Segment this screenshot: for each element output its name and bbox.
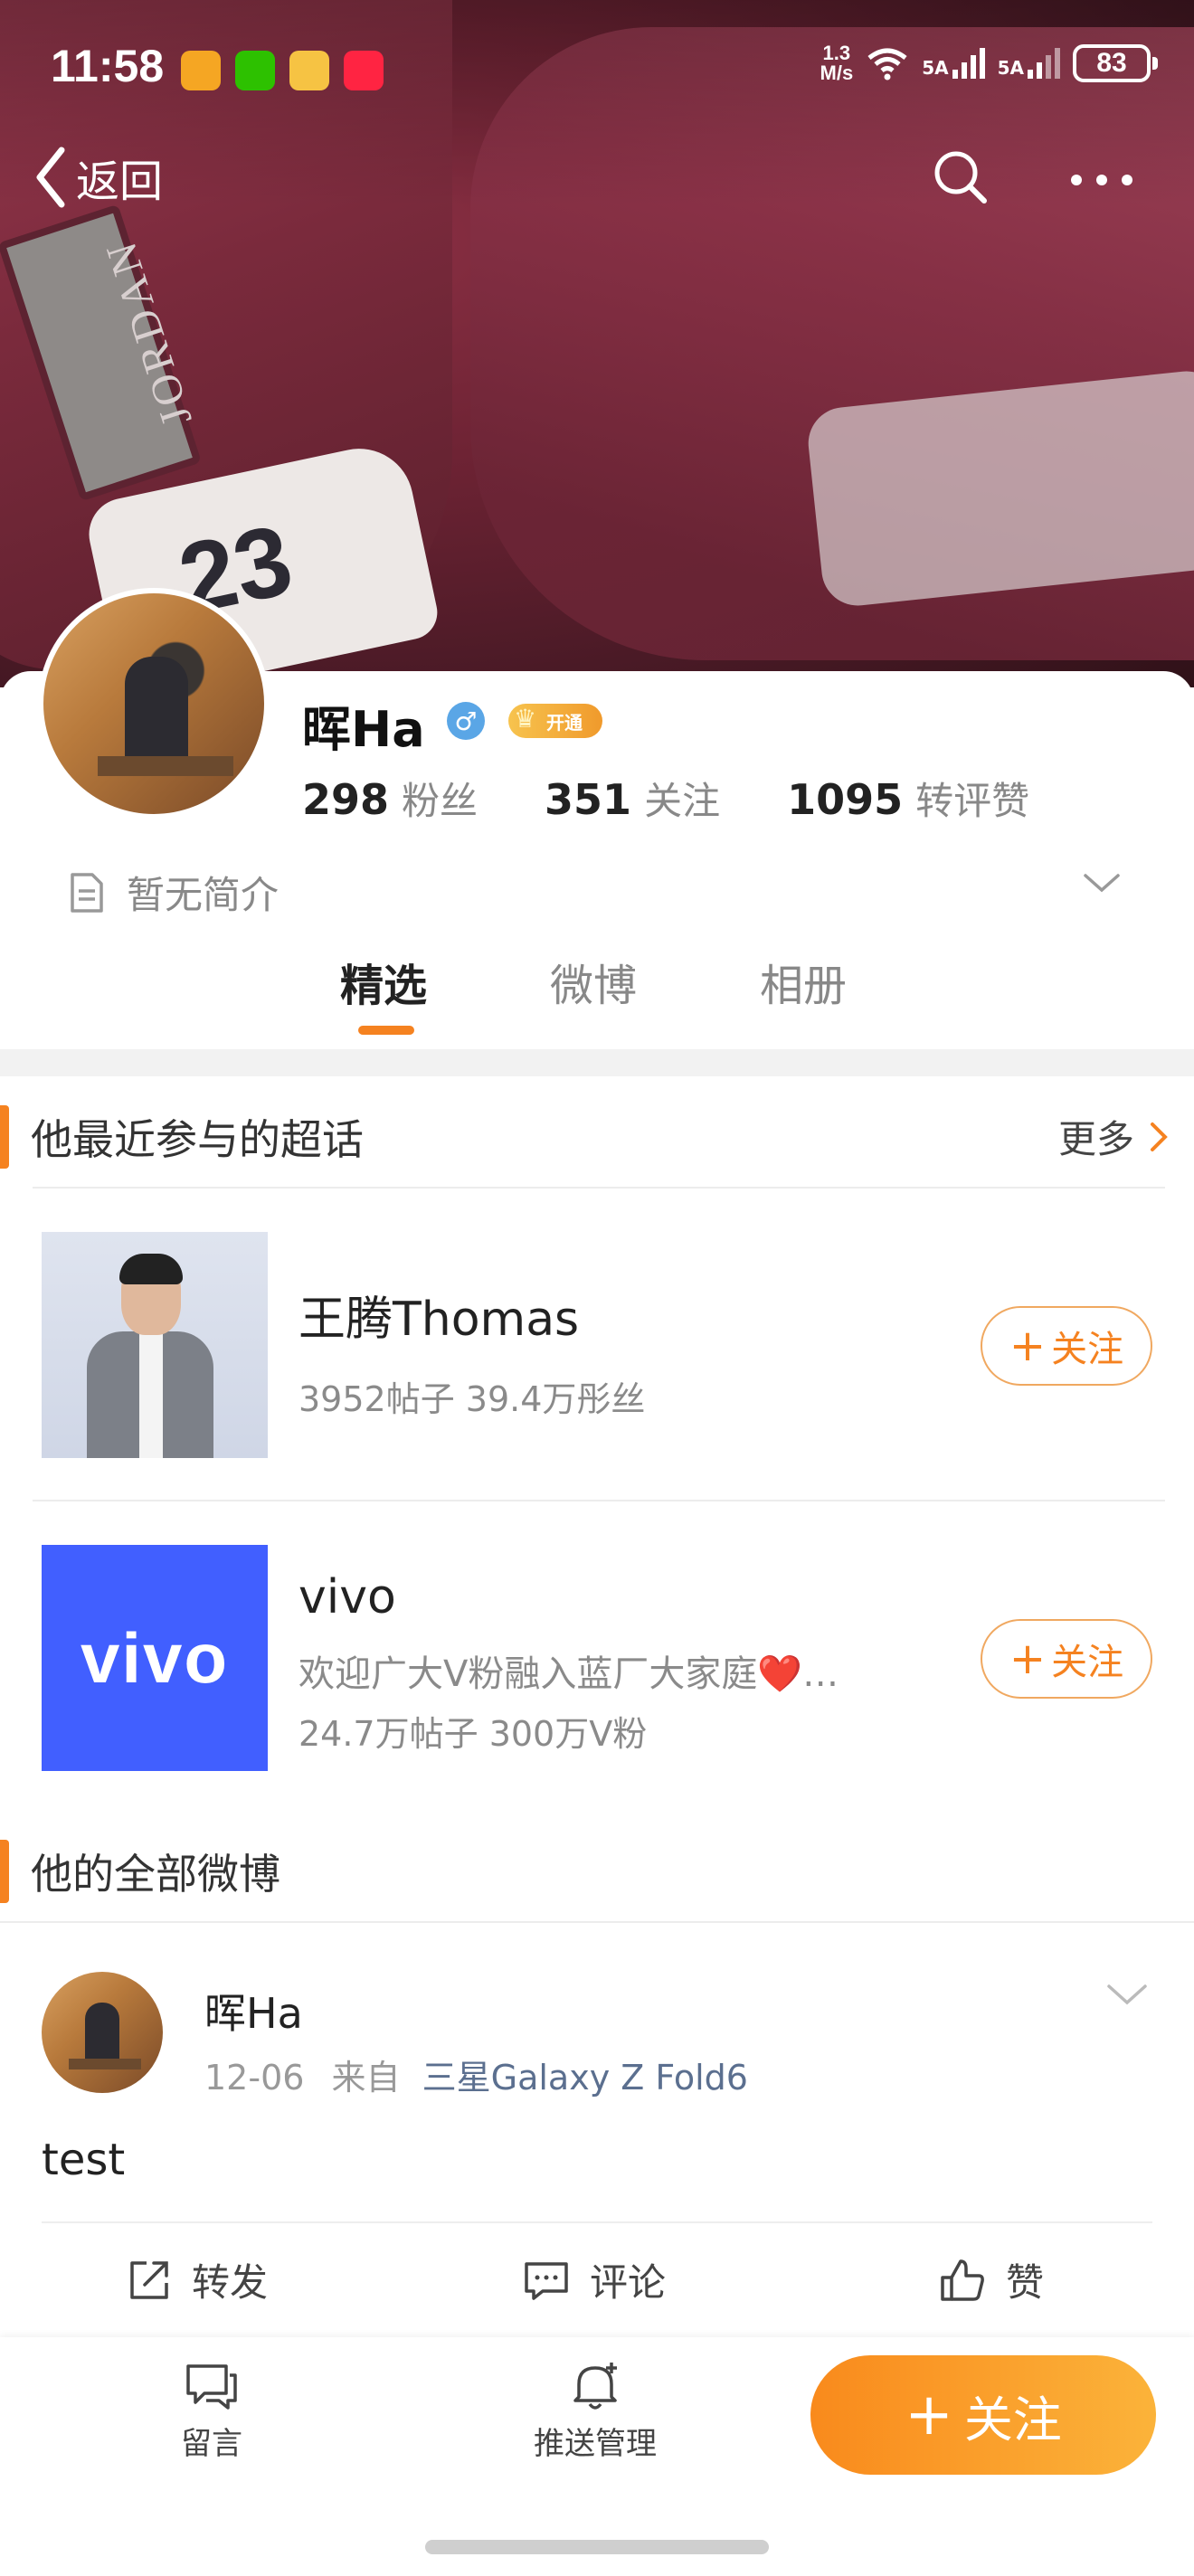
topic-name[interactable]: vivo bbox=[298, 1570, 396, 1624]
post-text: test bbox=[42, 2135, 126, 2185]
thumbs-up-icon bbox=[941, 2259, 984, 2301]
all-posts-header: 他的全部微博 bbox=[0, 1840, 280, 1903]
network-speed: 1.3 M/s bbox=[820, 42, 854, 84]
like-button[interactable]: 赞 bbox=[939, 2252, 1044, 2307]
plus-icon: + bbox=[905, 2382, 953, 2448]
comment-button[interactable]: 评论 bbox=[523, 2252, 666, 2307]
post-date: 12-06 bbox=[204, 2058, 305, 2098]
status-bar: 11:58 1.3 M/s 5A 5A 83 bbox=[0, 0, 1194, 136]
repost-icon bbox=[130, 2260, 168, 2299]
comment-icon bbox=[525, 2261, 568, 2300]
post-from-label: 来自 bbox=[331, 2058, 401, 2098]
section-gap bbox=[0, 1049, 1194, 1076]
profile-bio: 暂无简介 bbox=[67, 865, 279, 920]
stat-followers[interactable]: 298 粉丝 bbox=[302, 771, 478, 826]
topic-stats: 24.7万帖子 300万V粉 bbox=[298, 1714, 648, 1754]
status-time: 11:58 bbox=[51, 41, 165, 91]
avatar[interactable] bbox=[38, 588, 270, 819]
more-options-button[interactable] bbox=[1067, 159, 1136, 189]
search-button[interactable] bbox=[932, 148, 990, 210]
divider bbox=[33, 1187, 1165, 1189]
chevron-right-icon bbox=[1151, 1122, 1168, 1151]
topic-intro: 欢迎广大V粉融入蓝厂大家庭❤️… bbox=[298, 1653, 839, 1695]
post-avatar[interactable] bbox=[42, 1972, 163, 2093]
stat-following[interactable]: 351 关注 bbox=[545, 771, 720, 826]
follow-topic-button[interactable]: + 关注 bbox=[981, 1619, 1152, 1699]
more-dots-icon bbox=[1071, 175, 1132, 185]
vivo-logo: vivo bbox=[80, 1617, 230, 1698]
chevron-down-icon bbox=[1084, 874, 1120, 893]
post-menu-button[interactable] bbox=[1105, 1981, 1149, 2012]
chevron-left-icon bbox=[36, 147, 65, 208]
document-icon bbox=[71, 872, 103, 913]
divider bbox=[33, 1500, 1165, 1501]
tab-weibo[interactable]: 微博 bbox=[550, 950, 637, 1013]
post-username[interactable]: 晖Ha bbox=[204, 1981, 303, 2041]
tab-active-indicator bbox=[358, 1026, 414, 1035]
weibo-icon bbox=[289, 51, 329, 90]
signal-icon-1: 5A bbox=[922, 48, 985, 79]
search-icon bbox=[934, 151, 987, 204]
push-settings-button[interactable]: 推送管理 bbox=[534, 2361, 657, 2463]
super-topics-more-link[interactable]: 更多 bbox=[1058, 1109, 1169, 1164]
male-icon: ♂ bbox=[447, 702, 485, 740]
plus-icon: + bbox=[1009, 1321, 1047, 1371]
profile-tabs: 精选 微博 相册 bbox=[0, 950, 1194, 1049]
back-button[interactable]: 返回 bbox=[33, 145, 163, 210]
back-label: 返回 bbox=[76, 156, 164, 207]
divider bbox=[42, 2221, 1152, 2223]
tab-featured[interactable]: 精选 bbox=[340, 950, 427, 1013]
profile-stats: 298 粉丝 351 关注 1095 转评赞 bbox=[302, 771, 1096, 826]
topic-thumbnail-vivo[interactable]: vivo bbox=[42, 1545, 268, 1771]
wifi-icon bbox=[867, 48, 907, 80]
chevron-down-icon bbox=[1107, 1984, 1147, 2005]
post-source[interactable]: 三星Galaxy Z Fold6 bbox=[422, 2058, 748, 2098]
super-topics-header: 他最近参与的超话 bbox=[0, 1105, 364, 1169]
follow-user-button[interactable]: + 关注 bbox=[810, 2355, 1156, 2475]
post-meta: 12-06 来自 三星Galaxy Z Fold6 bbox=[204, 2050, 748, 2099]
topic-stats: 3952帖子 39.4万彤丝 bbox=[298, 1379, 646, 1419]
battery-indicator: 83 bbox=[1073, 44, 1158, 82]
bio-expand-button[interactable] bbox=[1082, 870, 1122, 899]
follow-topic-button[interactable]: + 关注 bbox=[981, 1306, 1152, 1386]
profile-username: 晖Ha bbox=[302, 701, 425, 758]
wechat-icon bbox=[235, 51, 275, 90]
home-indicator[interactable] bbox=[425, 2540, 769, 2554]
divider bbox=[0, 1921, 1194, 1923]
topic-name[interactable]: 王腾Thomas bbox=[298, 1281, 579, 1349]
repost-button[interactable]: 转发 bbox=[127, 2252, 268, 2307]
notification-app-icon bbox=[181, 51, 221, 90]
message-icon bbox=[186, 2364, 237, 2410]
message-button[interactable]: 留言 bbox=[181, 2361, 242, 2463]
xiaohongshu-icon bbox=[344, 51, 384, 90]
plus-icon: + bbox=[1009, 1634, 1047, 1684]
topic-thumbnail-thomas[interactable] bbox=[42, 1232, 268, 1458]
signal-icon-2: 5A bbox=[998, 48, 1060, 79]
tab-album[interactable]: 相册 bbox=[760, 950, 847, 1013]
vip-open-badge[interactable]: 开通 bbox=[508, 704, 602, 738]
bottom-action-bar: 留言 推送管理 + 关注 bbox=[0, 2337, 1194, 2576]
stat-interactions[interactable]: 1095 转评赞 bbox=[787, 771, 1029, 826]
bell-plus-icon bbox=[573, 2363, 617, 2410]
